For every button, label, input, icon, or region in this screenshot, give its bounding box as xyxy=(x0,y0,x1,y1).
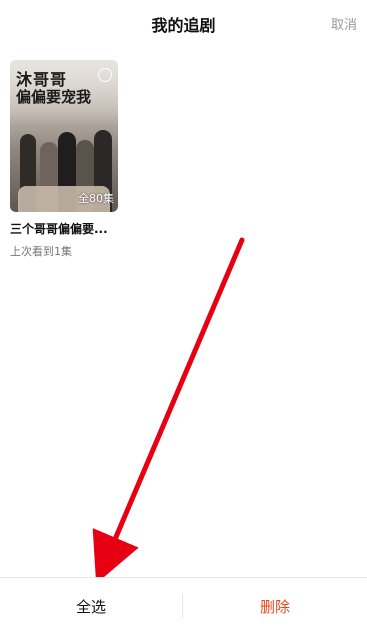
select-circle-icon[interactable] xyxy=(98,68,112,82)
top-bar: 我的追剧 取消 xyxy=(0,0,367,46)
watch-progress-text: 上次看到1集 xyxy=(10,245,72,258)
bottom-action-bar: 全选 删除 xyxy=(0,577,367,634)
annotation-arrow xyxy=(92,237,245,584)
poster-logo-line2: 偏偏要宠我 xyxy=(16,88,92,106)
episode-count-badge: 全80集 xyxy=(78,192,114,205)
select-all-button[interactable]: 全选 xyxy=(0,578,182,634)
cancel-button[interactable]: 取消 xyxy=(331,14,357,33)
drama-card[interactable]: 沐哥哥 偏偏要宠我 全80集 三个哥哥偏偏要... 上次看到1集 xyxy=(10,60,118,259)
delete-button[interactable]: 删除 xyxy=(183,578,367,634)
drama-poster[interactable]: 沐哥哥 偏偏要宠我 全80集 xyxy=(10,60,118,212)
page-title: 我的追剧 xyxy=(151,16,216,35)
drama-title: 三个哥哥偏偏要... xyxy=(10,222,108,236)
